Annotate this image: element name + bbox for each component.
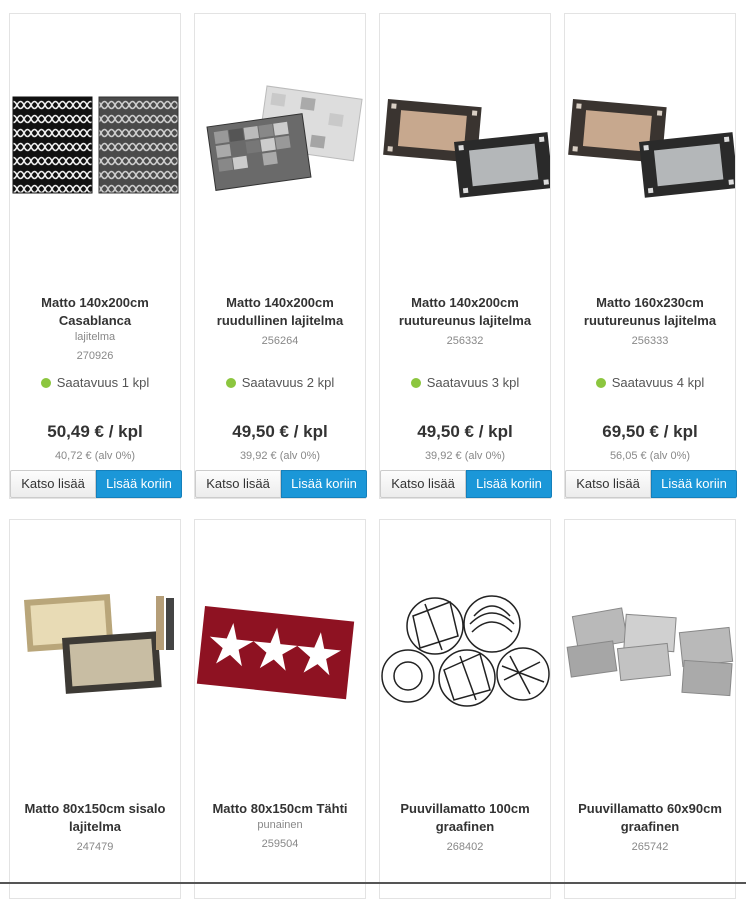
view-more-button[interactable]: Katso lisää: [380, 470, 466, 498]
product-sku: 256264: [261, 335, 299, 347]
product-title[interactable]: Matto 140x200cm ruutureunus lajitelma: [384, 294, 546, 330]
product-card[interactable]: Puuvillamatto 60x90cm graafinen 265742: [564, 519, 736, 899]
product-image[interactable]: [195, 14, 365, 284]
product-sku: 268402: [446, 841, 484, 853]
product-sku: 270926: [76, 350, 114, 362]
product-title[interactable]: Matto 160x230cm ruutureunus lajitelma: [569, 294, 731, 330]
product-sku: 259504: [261, 838, 299, 850]
product-sku: 256332: [446, 335, 484, 347]
availability-dot-icon: [225, 378, 236, 388]
price-excl-vat: 40,72 € (alv 0%): [54, 450, 136, 462]
add-to-cart-button[interactable]: Lisää koriin: [281, 470, 367, 498]
product-image[interactable]: [380, 14, 550, 284]
product-title[interactable]: Matto 80x150cm Tähti: [199, 800, 361, 818]
availability: Saatavuus 3 kpl: [380, 375, 550, 390]
product-sku: 265742: [631, 841, 669, 853]
availability-text: Saatavuus 4 kpl: [611, 375, 705, 390]
price: 49,50 € / kpl: [417, 422, 513, 441]
availability: Saatavuus 4 kpl: [565, 375, 735, 390]
availability: Saatavuus 2 kpl: [195, 375, 365, 390]
product-title[interactable]: Puuvillamatto 100cm graafinen: [384, 800, 546, 836]
add-to-cart-button[interactable]: Lisää koriin: [651, 470, 737, 498]
product-title[interactable]: Matto 80x150cm sisalo lajitelma: [14, 800, 176, 836]
availability-dot-icon: [40, 378, 51, 388]
availability-text: Saatavuus 1 kpl: [56, 375, 150, 390]
product-image[interactable]: [10, 520, 180, 790]
product-title[interactable]: Matto 140x200cm Casablanca: [14, 294, 176, 330]
product-title[interactable]: Matto 140x200cm ruudullinen lajitelma: [199, 294, 361, 330]
price: 49,50 € / kpl: [232, 422, 328, 441]
view-more-button[interactable]: Katso lisää: [195, 470, 281, 498]
product-card[interactable]: Puuvillamatto 100cm graafinen 268402: [379, 519, 551, 899]
product-image[interactable]: [10, 14, 180, 284]
availability-text: Saatavuus 3 kpl: [426, 375, 520, 390]
product-card[interactable]: Matto 160x230cm ruutureunus lajitelma 25…: [564, 13, 737, 499]
product-card[interactable]: Matto 80x150cm sisalo lajitelma 247479: [9, 519, 181, 899]
price-excl-vat: 39,92 € (alv 0%): [239, 450, 321, 462]
availability-dot-icon: [595, 378, 606, 388]
product-title[interactable]: Puuvillamatto 60x90cm graafinen: [569, 800, 731, 836]
availability: Saatavuus 1 kpl: [10, 375, 180, 390]
price: 69,50 € / kpl: [602, 422, 698, 441]
product-card[interactable]: Matto 80x150cm Tähti punainen 259504: [194, 519, 366, 899]
availability-dot-icon: [410, 378, 421, 388]
product-sku: 256333: [631, 335, 669, 347]
product-image[interactable]: [195, 520, 365, 790]
price-excl-vat: 39,92 € (alv 0%): [424, 450, 506, 462]
product-card[interactable]: Matto 140x200cm Casablanca lajitelma 270…: [9, 13, 182, 499]
view-more-button[interactable]: Katso lisää: [10, 470, 96, 498]
price-excl-vat: 56,05 € (alv 0%): [609, 450, 691, 462]
product-variant: lajitelma: [74, 331, 116, 343]
add-to-cart-button[interactable]: Lisää koriin: [466, 470, 552, 498]
product-image[interactable]: [380, 520, 550, 790]
price: 50,49 € / kpl: [47, 422, 143, 441]
view-more-button[interactable]: Katso lisää: [565, 470, 651, 498]
availability-text: Saatavuus 2 kpl: [241, 375, 335, 390]
product-image[interactable]: [565, 520, 735, 790]
product-card[interactable]: Matto 140x200cm ruutureunus lajitelma 25…: [379, 13, 552, 499]
product-sku: 247479: [76, 841, 114, 853]
product-card[interactable]: Matto 140x200cm ruudullinen lajitelma 25…: [194, 13, 367, 499]
product-variant: punainen: [257, 819, 303, 831]
add-to-cart-button[interactable]: Lisää koriin: [96, 470, 182, 498]
product-image[interactable]: [565, 14, 735, 284]
